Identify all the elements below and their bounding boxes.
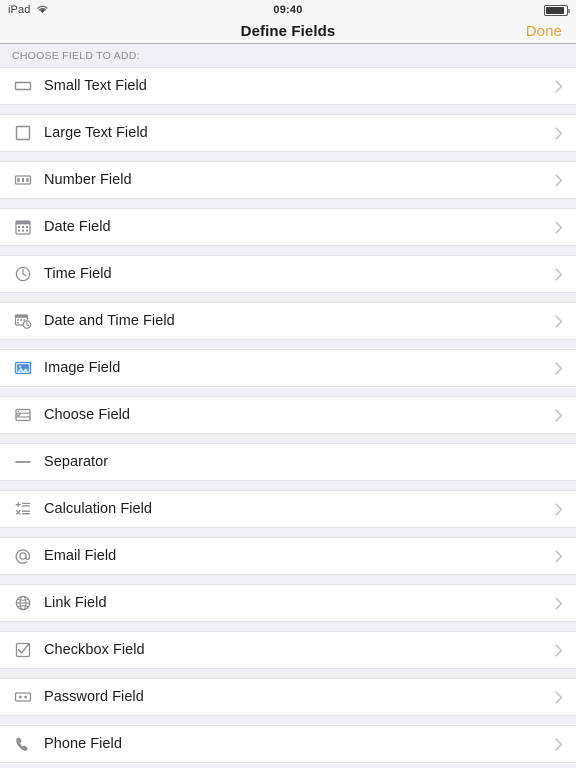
- list-item[interactable]: Calculation Field: [0, 490, 576, 528]
- list-item[interactable]: Time Field: [0, 255, 576, 293]
- chevron-right-icon: [554, 408, 564, 422]
- list-item-label: Small Text Field: [44, 78, 147, 94]
- list-row-gap: [0, 669, 576, 678]
- list-item-label: Password Field: [44, 689, 144, 705]
- list-item-label: Phone Field: [44, 736, 122, 752]
- status-bar: iPad 09:40: [0, 0, 576, 20]
- list-item-label: Large Text Field: [44, 125, 148, 141]
- calculation-icon: [10, 500, 36, 518]
- separator-dash-icon: [10, 453, 36, 471]
- list-row-gap: [0, 434, 576, 443]
- at-sign-icon: [10, 547, 36, 565]
- battery-icon: [544, 4, 570, 16]
- image-icon: [10, 359, 36, 377]
- list-item[interactable]: Image Field: [0, 349, 576, 387]
- list-item-label: Separator: [44, 454, 109, 470]
- wifi-icon: [36, 1, 49, 19]
- list-row-gap: [0, 246, 576, 255]
- list-item[interactable]: Phone Field: [0, 725, 576, 763]
- chevron-right-icon: [554, 314, 564, 328]
- list-item[interactable]: Number Field: [0, 161, 576, 199]
- chevron-right-icon: [554, 596, 564, 610]
- field-type-list[interactable]: Small Text Field Large Text Field Number F…: [0, 67, 576, 763]
- page-title: Define Fields: [240, 23, 336, 40]
- password-icon: [10, 688, 36, 706]
- globe-icon: [10, 594, 36, 612]
- list-item[interactable]: Choose Field: [0, 396, 576, 434]
- chevron-right-icon: [554, 126, 564, 140]
- list-row-gap: [0, 387, 576, 396]
- list-item-label: Image Field: [44, 360, 121, 376]
- chevron-right-icon: [554, 549, 564, 563]
- chevron-right-icon: [554, 361, 564, 375]
- chevron-right-icon: [554, 643, 564, 657]
- list-item-label: Link Field: [44, 595, 107, 611]
- list-row-gap: [0, 481, 576, 490]
- list-item[interactable]: Date Field: [0, 208, 576, 246]
- chevron-right-icon: [554, 220, 564, 234]
- list-item[interactable]: Checkbox Field: [0, 631, 576, 669]
- list-item[interactable]: Password Field: [0, 678, 576, 716]
- list-row-gap: [0, 528, 576, 537]
- list-item-label: Email Field: [44, 548, 117, 564]
- list-item-label: Number Field: [44, 172, 132, 188]
- list-row-gap: [0, 199, 576, 208]
- carrier-label: iPad: [8, 4, 31, 16]
- list-item-label: Choose Field: [44, 407, 131, 423]
- list-item[interactable]: Small Text Field: [0, 67, 576, 105]
- list-item[interactable]: Large Text Field: [0, 114, 576, 152]
- calendar-icon: [10, 218, 36, 236]
- list-row-gap: [0, 575, 576, 584]
- list-item-label: Time Field: [44, 266, 112, 282]
- list-row-gap: [0, 293, 576, 302]
- large-text-field-icon: [10, 124, 36, 142]
- chevron-right-icon: [554, 173, 564, 187]
- list-row-gap: [0, 716, 576, 725]
- list-item-label: Calculation Field: [44, 501, 153, 517]
- navigation-bar: Define Fields Done: [0, 20, 576, 44]
- chevron-right-icon: [554, 267, 564, 281]
- number-field-icon: [10, 171, 36, 189]
- status-bar-clock: 09:40: [273, 4, 303, 16]
- list-item-label: Checkbox Field: [44, 642, 145, 658]
- list-row-gap: [0, 340, 576, 349]
- list-item-label: Date and Time Field: [44, 313, 175, 329]
- list-row-gap: [0, 105, 576, 114]
- chevron-right-icon: [554, 737, 564, 751]
- chevron-right-icon: [554, 690, 564, 704]
- list-row-gap: [0, 152, 576, 161]
- small-text-field-icon: [10, 77, 36, 95]
- done-button[interactable]: Done: [526, 23, 562, 40]
- chevron-right-icon: [554, 502, 564, 516]
- clock-icon: [10, 265, 36, 283]
- phone-icon: [10, 735, 36, 753]
- list-item[interactable]: Link Field: [0, 584, 576, 622]
- list-item-label: Date Field: [44, 219, 111, 235]
- list-item[interactable]: Separator: [0, 443, 576, 481]
- date-time-icon: [10, 312, 36, 330]
- chevron-right-icon: [554, 79, 564, 93]
- checkbox-icon: [10, 641, 36, 659]
- status-bar-left: iPad: [8, 1, 49, 19]
- list-row-gap: [0, 622, 576, 631]
- list-item[interactable]: Email Field: [0, 537, 576, 575]
- list-item[interactable]: Date and Time Field: [0, 302, 576, 340]
- choose-list-icon: [10, 406, 36, 424]
- section-header: CHOOSE FIELD TO ADD:: [0, 44, 576, 67]
- status-bar-right: [544, 4, 570, 16]
